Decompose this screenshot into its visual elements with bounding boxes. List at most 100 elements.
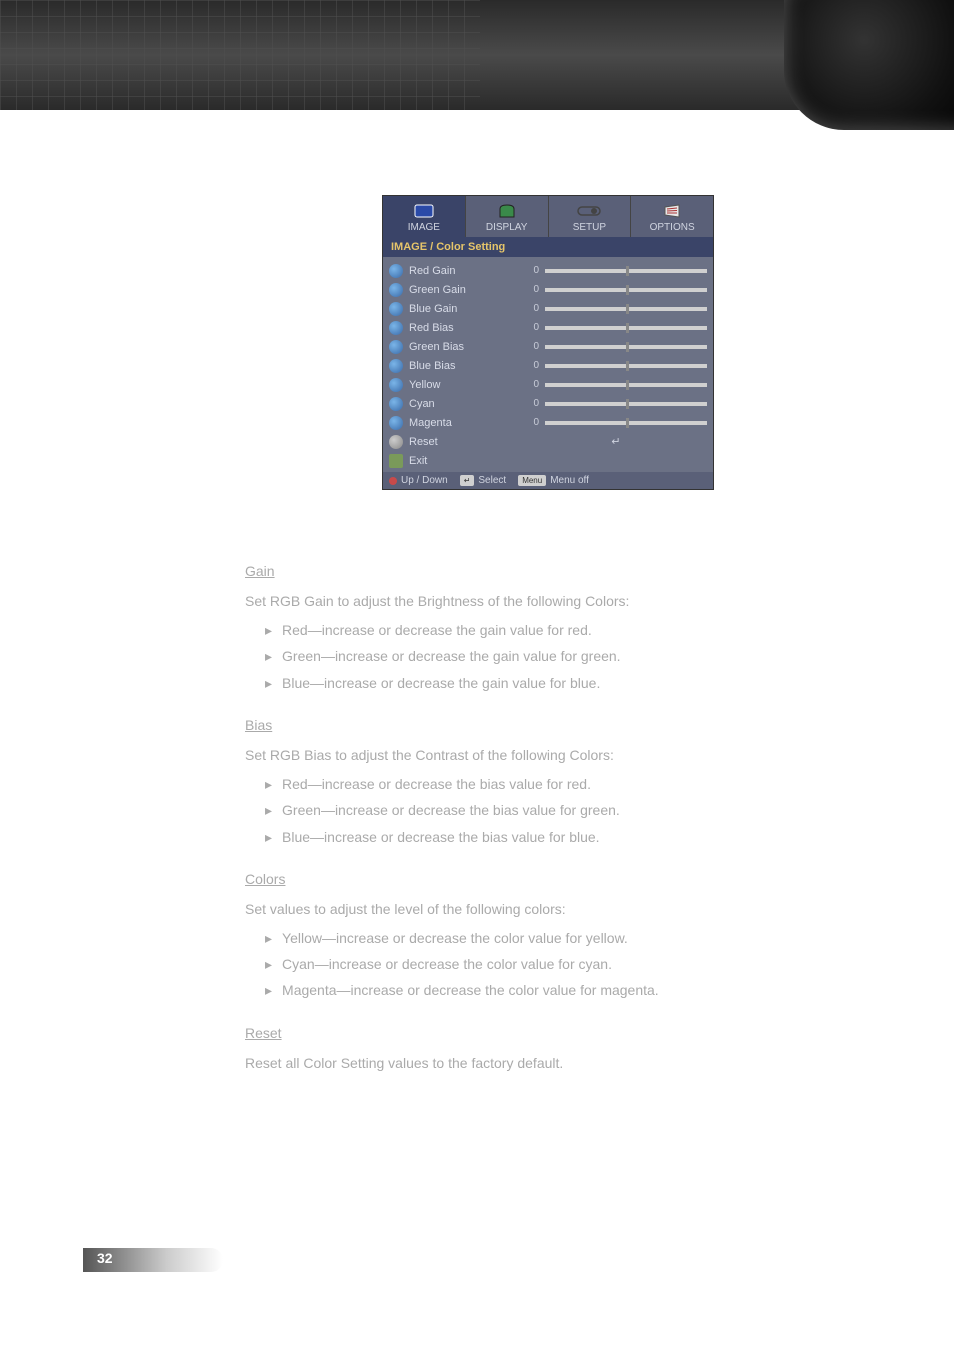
color-dot-icon [389,283,403,297]
row-label: Magenta [409,417,519,429]
row-value: 0 [525,360,539,371]
color-dot-icon [389,359,403,373]
header-banner [0,0,954,110]
list-item: Blue—increase or decrease the gain value… [265,672,745,694]
section-heading: Bias [245,714,745,736]
osd-title: IMAGE / Color Setting [383,237,713,257]
row-reset[interactable]: Reset ↵ [389,432,707,451]
row-exit[interactable]: Exit [389,451,707,470]
color-dot-icon [389,302,403,316]
image-icon [411,202,437,220]
enter-icon: ↵ [525,435,707,448]
menu-key-icon: Menu [518,475,546,486]
footer-select: ↵ Select [460,475,507,486]
list-item: Red—increase or decrease the bias value … [265,773,745,795]
tab-image[interactable]: IMAGE [383,196,466,237]
row-blue-gain[interactable]: Blue Gain 0 [389,299,707,318]
row-slider[interactable] [545,364,707,368]
row-slider[interactable] [545,269,707,273]
section-colors: Colors Set values to adjust the level of… [245,868,745,1002]
tab-options[interactable]: OPTIONS [631,196,713,237]
setup-icon [576,202,602,220]
row-green-gain[interactable]: Green Gain 0 [389,280,707,299]
row-label: Green Gain [409,284,519,296]
row-value: 0 [525,303,539,314]
row-value: 0 [525,341,539,352]
lens-decor [784,0,954,130]
grid-pattern [0,0,480,110]
page-number-badge: 32 [83,1248,223,1272]
options-icon [659,202,685,220]
color-dot-icon [389,397,403,411]
section-desc: Set RGB Bias to adjust the Contrast of t… [245,744,745,766]
footer-label: Menu off [550,475,589,486]
color-dot-icon [389,378,403,392]
osd-tab-bar: IMAGE DISPLAY SETUP OPTIONS [383,196,713,237]
row-slider[interactable] [545,421,707,425]
tab-label: SETUP [573,222,606,233]
list-item: Magenta—increase or decrease the color v… [265,979,745,1001]
section-reset: Reset Reset all Color Setting values to … [245,1022,745,1075]
row-value: 0 [525,379,539,390]
row-value: 0 [525,398,539,409]
list-item: Green—increase or decrease the gain valu… [265,645,745,667]
row-label: Blue Gain [409,303,519,315]
row-label: Green Bias [409,341,519,353]
color-dot-icon [389,321,403,335]
tab-label: IMAGE [408,222,440,233]
color-dot-icon [389,340,403,354]
section-bias: Bias Set RGB Bias to adjust the Contrast… [245,714,745,848]
row-slider[interactable] [545,345,707,349]
list-item: Yellow—increase or decrease the color va… [265,927,745,949]
row-slider[interactable] [545,402,707,406]
doc-content: Gain Set RGB Gain to adjust the Brightne… [245,560,745,1081]
list-item: Red—increase or decrease the gain value … [265,619,745,641]
row-value: 0 [525,322,539,333]
row-yellow[interactable]: Yellow 0 [389,375,707,394]
section-desc: Set values to adjust the level of the fo… [245,898,745,920]
list-item: Cyan—increase or decrease the color valu… [265,953,745,975]
row-green-bias[interactable]: Green Bias 0 [389,337,707,356]
section-heading: Reset [245,1022,745,1044]
color-dot-icon [389,264,403,278]
display-icon [494,202,520,220]
row-label: Cyan [409,398,519,410]
row-label: Red Bias [409,322,519,334]
tab-label: OPTIONS [650,222,695,233]
footer-menuoff: Menu Menu off [518,475,589,486]
row-blue-bias[interactable]: Blue Bias 0 [389,356,707,375]
row-label: Reset [409,436,519,448]
row-red-bias[interactable]: Red Bias 0 [389,318,707,337]
row-value: 0 [525,265,539,276]
tab-label: DISPLAY [486,222,528,233]
footer-label: Select [478,475,506,486]
color-dot-icon [389,416,403,430]
section-heading: Colors [245,868,745,890]
tab-setup[interactable]: SETUP [549,196,632,237]
row-slider[interactable] [545,307,707,311]
list-item: Blue—increase or decrease the bias value… [265,826,745,848]
tab-display[interactable]: DISPLAY [466,196,549,237]
section-desc: Reset all Color Setting values to the fa… [245,1052,745,1074]
row-label: Blue Bias [409,360,519,372]
row-value: 0 [525,417,539,428]
list-item: Green—increase or decrease the bias valu… [265,799,745,821]
row-label: Red Gain [409,265,519,277]
row-slider[interactable] [545,288,707,292]
osd-menu: IMAGE DISPLAY SETUP OPTIONS IMAGE / Colo… [382,195,714,490]
row-magenta[interactable]: Magenta 0 [389,413,707,432]
row-slider[interactable] [545,326,707,330]
osd-body: Red Gain 0 Green Gain 0 Blue Gain 0 Red … [383,257,713,472]
page-number: 32 [97,1250,113,1266]
enter-key-icon: ↵ [460,475,475,486]
row-red-gain[interactable]: Red Gain 0 [389,261,707,280]
row-cyan[interactable]: Cyan 0 [389,394,707,413]
footer-updown: Up / Down [389,475,448,486]
footer-label: Up / Down [401,475,448,486]
osd-footer: Up / Down ↵ Select Menu Menu off [383,472,713,489]
row-slider[interactable] [545,383,707,387]
section-heading: Gain [245,560,745,582]
row-value: 0 [525,284,539,295]
row-label: Exit [409,455,519,467]
section-gain: Gain Set RGB Gain to adjust the Brightne… [245,560,745,694]
